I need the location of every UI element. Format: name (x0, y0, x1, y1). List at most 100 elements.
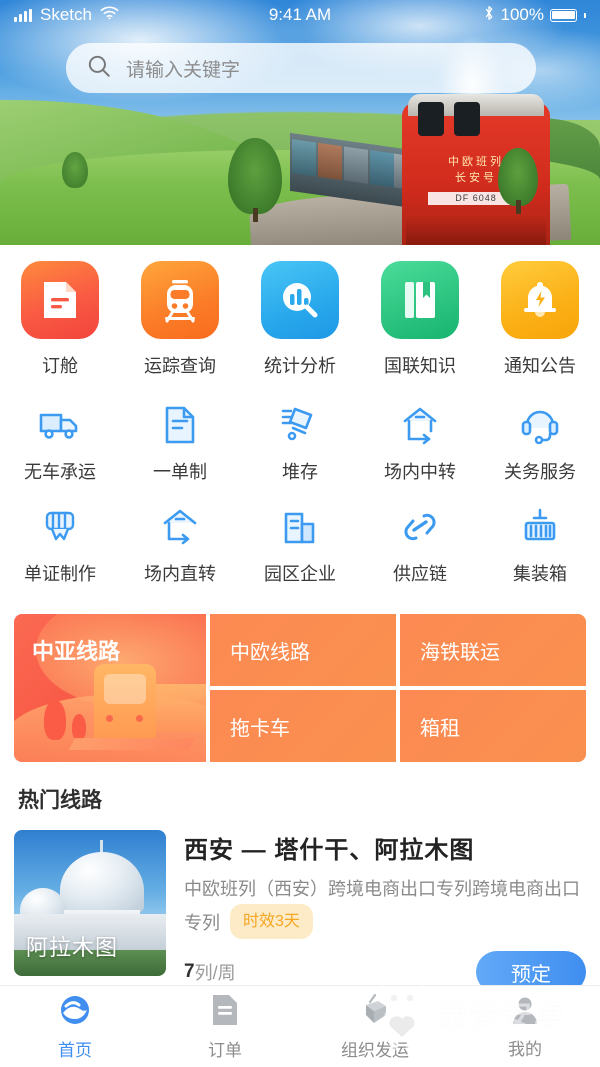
route-tile-trailer[interactable]: 拖卡车 (210, 690, 396, 762)
grid-item-tracking[interactable]: 运踪查询 (120, 261, 240, 378)
book-icon (381, 261, 459, 339)
train-tail-decoration (150, 684, 206, 732)
grid-label: 供应链 (393, 564, 447, 584)
grid-item-statistics[interactable]: 统计分析 (240, 261, 360, 378)
chart-search-icon (261, 261, 339, 339)
hot-routes-title: 热门线路 (18, 789, 102, 812)
tree-decoration (44, 700, 66, 740)
grid-item-storage[interactable]: 堆存 (240, 402, 360, 484)
chain-link-icon (393, 504, 447, 550)
order-document-icon (210, 993, 240, 1032)
grid-item-park-enterprise[interactable]: 园区企业 (240, 504, 360, 586)
truck-icon (33, 402, 87, 448)
tree-icon (62, 152, 88, 188)
route-tile-sea-rail[interactable]: 海铁联运 (400, 614, 586, 686)
document-icon (21, 261, 99, 339)
grid-label: 堆存 (282, 462, 318, 482)
home-icon (58, 993, 92, 1032)
stacking-cart-icon (273, 402, 327, 448)
locomotive-window-right (454, 102, 480, 136)
hot-route-card[interactable]: 阿拉木图 西安 — 塔什干、阿拉木图 中欧班列（西安）跨境电商出口专列跨境电商出… (14, 830, 586, 993)
warehouse-direct-icon (153, 504, 207, 550)
track-decoration (68, 738, 196, 750)
status-bar: Sketch 9:41 AM 100% (0, 0, 600, 30)
freight-cars (290, 132, 420, 210)
grid-item-knowledge[interactable]: 国联知识 (360, 261, 480, 378)
search-placeholder: 请输入关键字 (126, 59, 241, 81)
train-illustration: 中欧班列 长安号 DF 6048 (290, 36, 590, 245)
thumbnail-label: 阿拉木图 (26, 935, 119, 960)
tab-label: 组织发运 (341, 1040, 409, 1060)
container-crane-icon (513, 504, 567, 550)
grid-item-yard-transit[interactable]: 场内中转 (360, 402, 480, 484)
route-tile-central-asia[interactable]: 中亚线路 (14, 614, 206, 762)
route-tile-china-europe[interactable]: 中欧线路 (210, 614, 396, 686)
warehouse-transfer-icon (393, 402, 447, 448)
tab-label: 首页 (58, 1040, 92, 1060)
grid-item-customs[interactable]: 关务服务 (480, 402, 600, 484)
grid-label: 统计分析 (264, 356, 336, 376)
search-icon (86, 53, 112, 84)
tab-home[interactable]: 首页 (0, 986, 150, 1067)
train-icon (141, 261, 219, 339)
status-badge: 时效3天 (230, 904, 313, 939)
grid-item-notice[interactable]: 通知公告 (480, 261, 600, 378)
crane-container-icon (358, 993, 392, 1032)
tree-icon (498, 148, 538, 214)
route-tile-container-rent[interactable]: 箱租 (400, 690, 586, 762)
grid-label: 场内直转 (144, 564, 216, 584)
grid-label: 单证制作 (24, 564, 96, 584)
grid-item-document-making[interactable]: 单证制作 (0, 504, 120, 586)
single-document-icon (153, 402, 207, 448)
grid-label: 集装箱 (513, 564, 567, 584)
grid-label: 订舱 (42, 356, 78, 376)
battery-full-icon (550, 8, 577, 22)
route-title: 西安 — 塔什干、阿拉木图 (184, 837, 475, 864)
grid-label: 一单制 (153, 462, 207, 482)
secondary-grid-row-1: 无车承运 一单制 堆存 场内中转 关务服务 (0, 402, 600, 484)
grid-item-carrier[interactable]: 无车承运 (0, 402, 120, 484)
tab-label: 我的 (508, 1039, 542, 1059)
bottom-navigation: 首页 订单 组织发运 我的 (0, 985, 600, 1067)
grid-item-yard-direct[interactable]: 场内直转 (120, 504, 240, 586)
search-input[interactable]: 请输入关键字 (66, 43, 536, 93)
user-profile-icon (510, 994, 540, 1031)
certificate-scroll-icon (33, 504, 87, 550)
bluetooth-icon (483, 5, 495, 26)
dome-large (60, 852, 144, 914)
grid-label: 场内中转 (384, 462, 456, 482)
grid-label: 无车承运 (24, 462, 96, 482)
locomotive-skirt (406, 212, 546, 245)
tree-decoration (72, 714, 86, 740)
grid-label: 通知公告 (504, 356, 576, 376)
grid-item-booking[interactable]: 订舱 (0, 261, 120, 378)
hero-banner: 中欧班列 长安号 DF 6048 请输入关键字 (0, 0, 600, 245)
route-thumbnail: 阿拉木图 (14, 830, 166, 976)
train-decoration (94, 664, 156, 738)
tab-shipping[interactable]: 组织发运 (300, 986, 450, 1067)
grid-label: 园区企业 (264, 564, 336, 584)
feature-grid: 订舱 运踪查询 统计分析 国联知识 通知公告 无车承运 一单制 堆存 场内中转 … (0, 245, 600, 592)
tab-orders[interactable]: 订单 (150, 986, 300, 1067)
frequency-value: 7 (184, 961, 195, 982)
app-screen: 中欧班列 长安号 DF 6048 请输入关键字 Sketch 9:41 AM 1… (0, 0, 600, 1067)
tree-icon (228, 138, 282, 222)
route-tiles: 中亚线路 中欧线路 海铁联运 拖卡车 箱租 (14, 614, 586, 762)
grid-label: 运踪查询 (144, 356, 216, 376)
tab-profile[interactable]: 我的 (450, 986, 600, 1067)
primary-grid-row: 订舱 运踪查询 统计分析 国联知识 通知公告 (0, 261, 600, 378)
locomotive-window-left (418, 102, 444, 136)
route-description: 中欧班列（西安）跨境电商出口专列跨境电商出口专列 时效3天 (184, 875, 586, 939)
grid-item-supply-chain[interactable]: 供应链 (360, 504, 480, 586)
route-tile-label: 中亚线路 (32, 639, 121, 664)
secondary-grid-row-2: 单证制作 场内直转 园区企业 供应链 集装箱 (0, 504, 600, 586)
grid-item-single-bill[interactable]: 一单制 (120, 402, 240, 484)
grid-label: 关务服务 (504, 462, 576, 482)
grid-item-container[interactable]: 集装箱 (480, 504, 600, 586)
headset-icon (513, 402, 567, 448)
frequency-unit: 列/周 (194, 963, 236, 983)
grid-label: 国联知识 (384, 356, 456, 376)
buildings-icon (273, 504, 327, 550)
battery-percent: 100% (500, 5, 544, 24)
tab-label: 订单 (208, 1040, 242, 1060)
